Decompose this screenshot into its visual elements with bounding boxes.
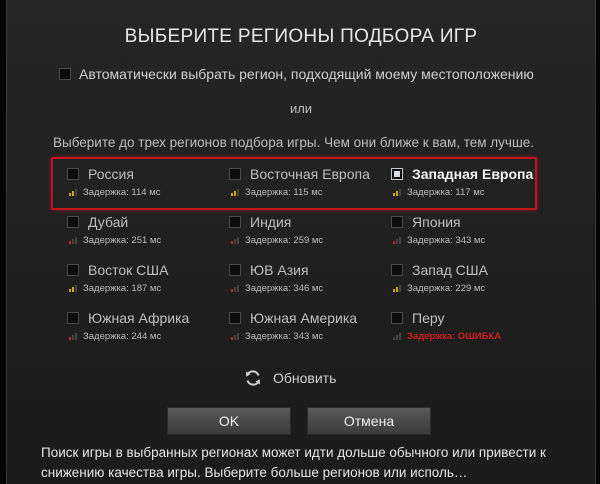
- region-option[interactable]: ЮВ Азия Задержка: 346 мс: [229, 262, 389, 294]
- signal-strength-icon: [69, 285, 78, 292]
- latency-text: Задержка: ОШИБКА: [407, 331, 502, 342]
- region-checkbox[interactable]: [67, 312, 79, 324]
- region-name-row[interactable]: Япония: [391, 214, 551, 230]
- latency-row: Задержка: 259 мс: [229, 235, 389, 246]
- region-option[interactable]: Индия Задержка: 259 мс: [229, 214, 389, 246]
- region-checkbox[interactable]: [229, 264, 241, 276]
- region-checkbox[interactable]: [229, 312, 241, 324]
- latency-text: Задержка: 187 мс: [83, 283, 162, 294]
- region-name-row[interactable]: Россия: [67, 166, 227, 182]
- latency-text: Задержка: 251 мс: [83, 235, 162, 246]
- signal-strength-icon: [231, 285, 240, 292]
- region-name: Восточная Европа: [250, 166, 370, 182]
- region-hint: Выберите до трех регионов подбора игры. …: [53, 135, 535, 150]
- region-name: Индия: [250, 214, 292, 230]
- latency-text: Задержка: 117 мс: [407, 187, 485, 198]
- region-checkbox[interactable]: [229, 168, 241, 180]
- cancel-button[interactable]: Отмена: [307, 407, 431, 435]
- region-name: Запад США: [412, 262, 488, 278]
- region-name-row[interactable]: Западная Европа: [391, 166, 551, 182]
- region-checkbox[interactable]: [391, 168, 403, 180]
- signal-strength-icon: [231, 189, 240, 196]
- region-name: Япония: [412, 214, 461, 230]
- latency-text: Задержка: 244 мс: [83, 331, 162, 342]
- signal-strength-icon: [69, 189, 78, 196]
- latency-row: Задержка: 244 мс: [67, 331, 227, 342]
- region-name: Южная Америка: [250, 310, 358, 326]
- signal-strength-icon: [231, 237, 240, 244]
- signal-strength-icon: [393, 285, 402, 292]
- region-name-row[interactable]: Южная Африка: [67, 310, 227, 326]
- region-name-row[interactable]: Перу: [391, 310, 551, 326]
- region-name: Россия: [88, 166, 134, 182]
- region-name: Западная Европа: [412, 166, 534, 182]
- latency-row: Задержка: 229 мс: [391, 283, 551, 294]
- latency-row: Задержка: 343 мс: [229, 331, 389, 342]
- signal-strength-icon: [393, 189, 402, 196]
- region-checkbox[interactable]: [67, 264, 79, 276]
- region-name-row[interactable]: Восточная Европа: [229, 166, 389, 182]
- region-option[interactable]: Запад США Задержка: 229 мс: [391, 262, 551, 294]
- region-checkbox[interactable]: [391, 264, 403, 276]
- refresh-label: Обновить: [273, 370, 337, 386]
- region-option[interactable]: Дубай Задержка: 251 мс: [67, 214, 227, 246]
- latency-text: Задержка: 346 мс: [245, 283, 324, 294]
- region-checkbox[interactable]: [67, 216, 79, 228]
- region-checkbox[interactable]: [229, 216, 241, 228]
- signal-strength-icon: [393, 333, 402, 340]
- signal-strength-icon: [69, 333, 78, 340]
- dialog-title: ВЫБЕРИТЕ РЕГИОНЫ ПОДБОРА ИГР: [124, 26, 478, 47]
- latency-text: Задержка: 229 мс: [407, 283, 486, 294]
- region-name: Восток США: [88, 262, 169, 278]
- region-name-row[interactable]: ЮВ Азия: [229, 262, 389, 278]
- region-name: Южная Африка: [88, 310, 190, 326]
- region-option[interactable]: Перу Задержка: ОШИБКА: [391, 310, 551, 342]
- latency-row: Задержка: 346 мс: [229, 283, 389, 294]
- region-name-row[interactable]: Дубай: [67, 214, 227, 230]
- region-option[interactable]: Восточная Европа Задержка: 115 мс: [229, 166, 389, 198]
- refresh-button[interactable]: Обновить: [243, 368, 336, 388]
- latency-row: Задержка: 343 мс: [391, 235, 551, 246]
- region-option[interactable]: Россия Задержка: 114 мс: [67, 166, 227, 198]
- auto-select-label: Автоматически выбрать регион, подходящий…: [79, 66, 534, 82]
- latency-text: Задержка: 114 мс: [83, 187, 161, 198]
- latency-row: Задержка: 251 мс: [67, 235, 227, 246]
- region-name-row[interactable]: Запад США: [391, 262, 551, 278]
- signal-strength-icon: [69, 237, 78, 244]
- region-select-dialog: ВЫБЕРИТЕ РЕГИОНЫ ПОДБОРА ИГР Автоматичес…: [6, 0, 596, 484]
- latency-text: Задержка: 259 мс: [245, 235, 324, 246]
- latency-row: Задержка: 117 мс: [391, 187, 551, 198]
- region-option[interactable]: Южная Америка Задержка: 343 мс: [229, 310, 389, 342]
- signal-strength-icon: [393, 237, 402, 244]
- region-checkbox[interactable]: [391, 216, 403, 228]
- latency-text: Задержка: 343 мс: [245, 331, 324, 342]
- latency-text: Задержка: 343 мс: [407, 235, 486, 246]
- region-name-row[interactable]: Индия: [229, 214, 389, 230]
- ok-button[interactable]: OK: [167, 407, 291, 435]
- region-checkbox[interactable]: [391, 312, 403, 324]
- or-separator: или: [289, 101, 313, 116]
- region-option[interactable]: Западная Европа Задержка: 117 мс: [391, 166, 551, 198]
- region-name: ЮВ Азия: [250, 262, 309, 278]
- region-name: Перу: [412, 310, 445, 326]
- latency-row: Задержка: 115 мс: [229, 187, 389, 198]
- latency-text: Задержка: 115 мс: [245, 187, 323, 198]
- auto-select-option[interactable]: Автоматически выбрать регион, подходящий…: [59, 66, 534, 82]
- latency-row: Задержка: 114 мс: [67, 187, 227, 198]
- auto-select-checkbox[interactable]: [59, 68, 71, 80]
- latency-row: Задержка: 187 мс: [67, 283, 227, 294]
- region-option[interactable]: Южная Африка Задержка: 244 мс: [67, 310, 227, 342]
- region-name-row[interactable]: Восток США: [67, 262, 227, 278]
- latency-row: Задержка: ОШИБКА: [391, 331, 551, 342]
- region-name: Дубай: [88, 214, 129, 230]
- signal-strength-icon: [231, 333, 240, 340]
- refresh-icon: [246, 370, 260, 386]
- region-checkbox[interactable]: [67, 168, 79, 180]
- footer-warning: Поиск игры в выбранных регионах может ид…: [41, 445, 546, 480]
- region-option[interactable]: Япония Задержка: 343 мс: [391, 214, 551, 246]
- region-option[interactable]: Восток США Задержка: 187 мс: [67, 262, 227, 294]
- region-name-row[interactable]: Южная Америка: [229, 310, 389, 326]
